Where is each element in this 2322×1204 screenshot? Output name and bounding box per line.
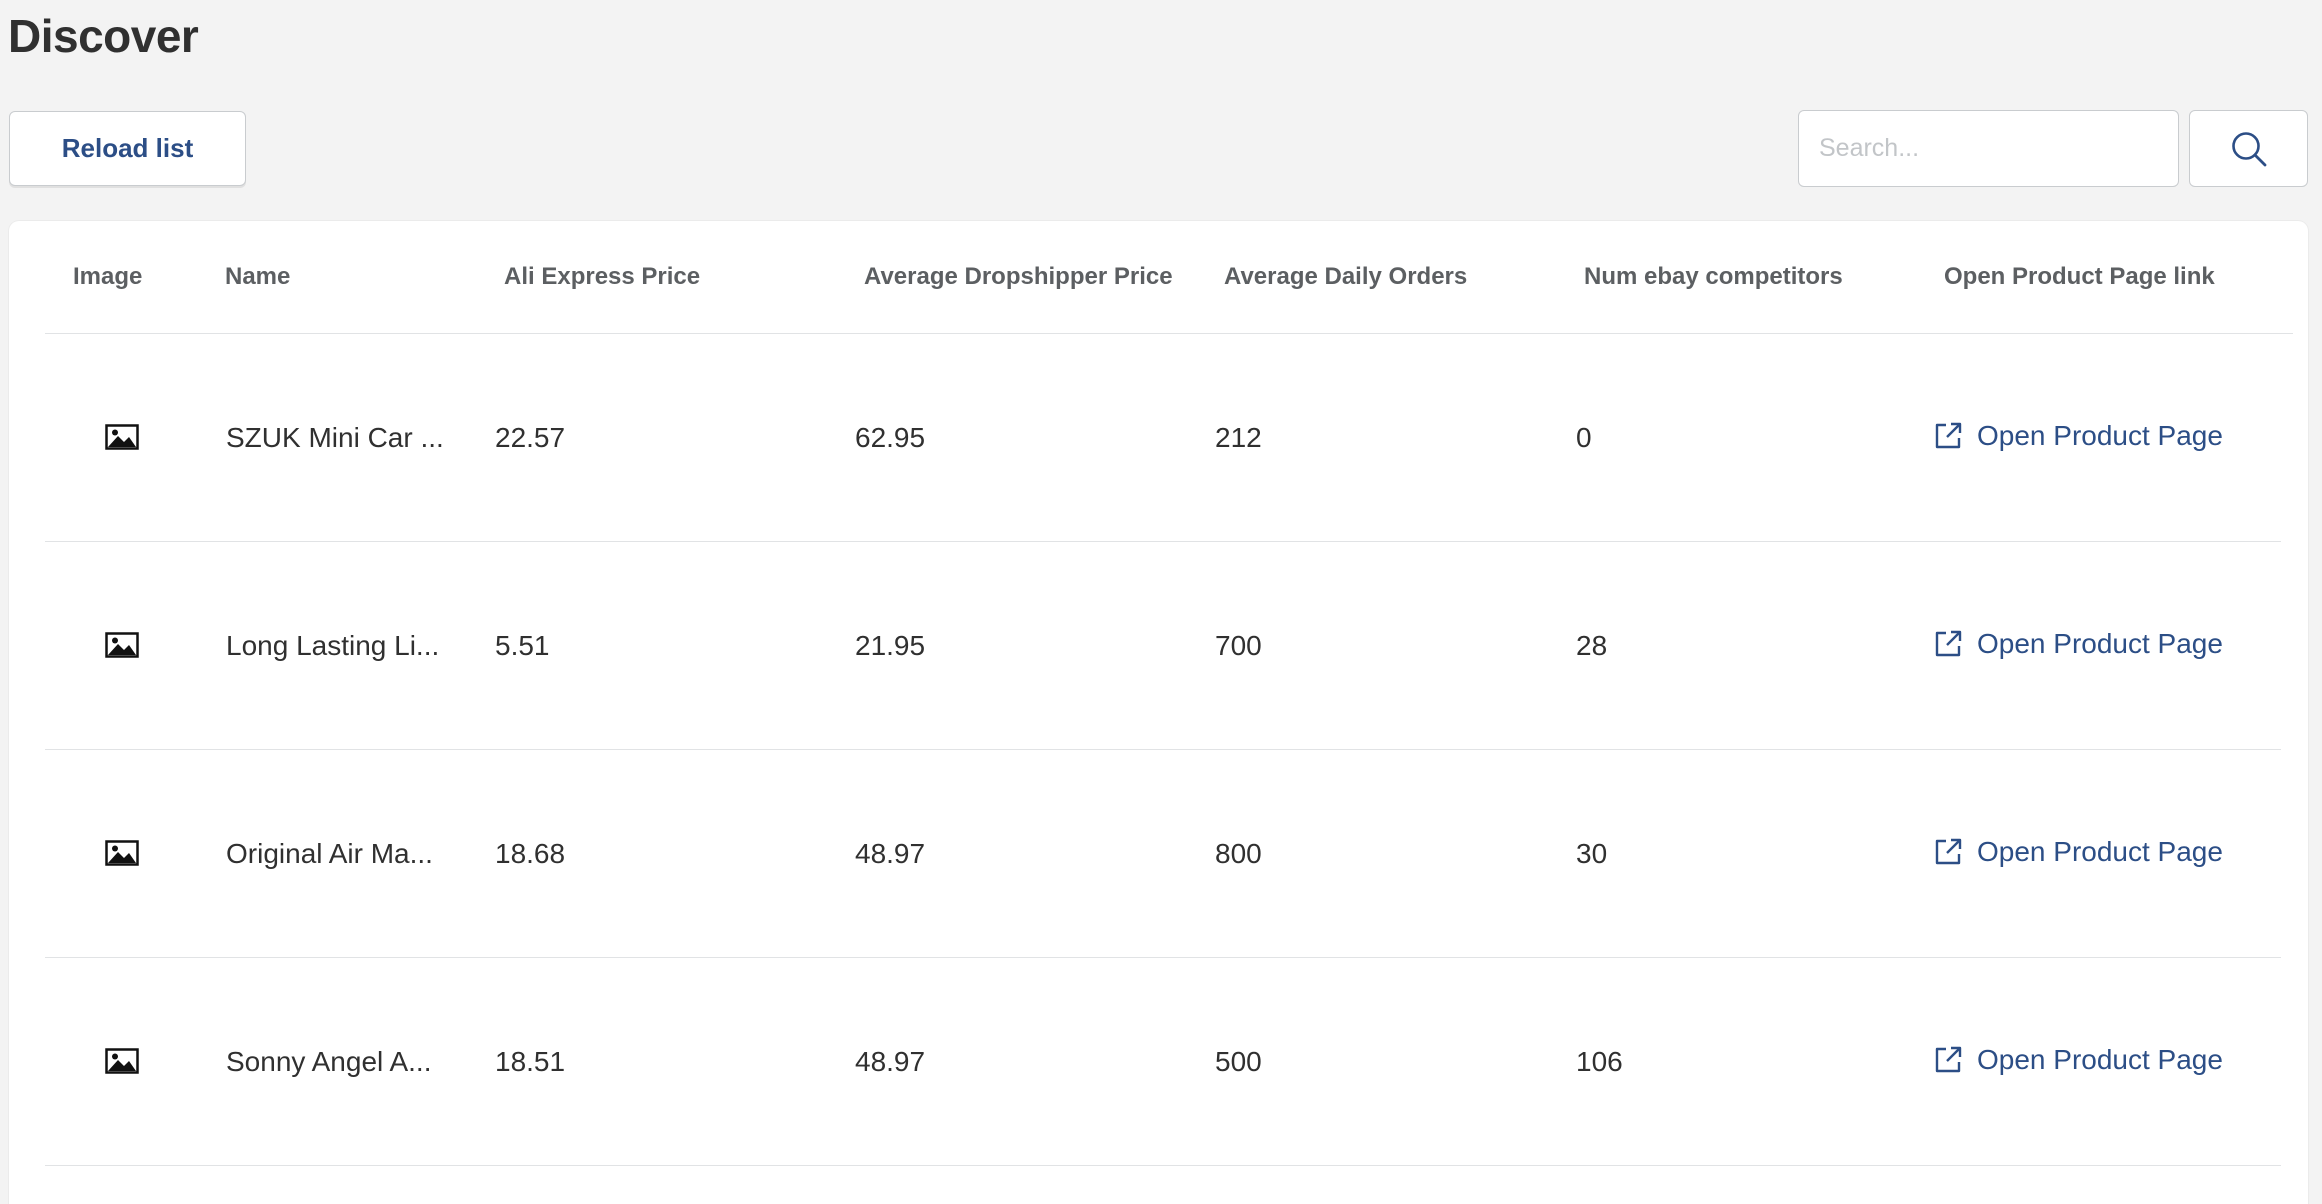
- search-icon: [2231, 131, 2266, 166]
- product-name: Long Lasting Li...: [226, 630, 440, 661]
- avg-daily-orders: 500: [1215, 1046, 1262, 1077]
- table-header: Image Name Ali Express Price Average Dro…: [45, 221, 2293, 334]
- column-header-image[interactable]: Image: [73, 263, 142, 291]
- open-product-page-label: Open Product Page: [1977, 420, 2223, 451]
- ali-express-price: 5.51: [495, 630, 550, 661]
- table-row: Original Air Ma... 18.68 48.97 800 30 Op…: [45, 750, 2281, 958]
- image-placeholder-icon: [105, 632, 139, 658]
- products-table: Image Name Ali Express Price Average Dro…: [9, 221, 2308, 1204]
- ali-express-price: 18.51: [495, 1046, 566, 1077]
- open-product-page-label: Open Product Page: [1977, 1044, 2223, 1075]
- avg-dropshipper-price: 48.97: [855, 838, 926, 869]
- image-placeholder-icon: [105, 424, 139, 450]
- external-link-icon: [1935, 422, 1962, 449]
- column-header-num-ebay-competitors[interactable]: Num ebay competitors: [1584, 263, 1843, 291]
- product-name: Sonny Angel A...: [226, 1046, 432, 1077]
- product-name: Original Air Ma...: [226, 838, 433, 869]
- num-ebay-competitors: 28: [1576, 630, 1608, 661]
- num-ebay-competitors: 30: [1576, 838, 1608, 869]
- table-row: Sonny Angel A... 18.51 48.97 500 106 Ope…: [45, 958, 2281, 1166]
- external-link-icon: [1935, 838, 1962, 865]
- open-product-page-link[interactable]: Open Product Page: [1933, 628, 2223, 660]
- open-product-page-label: Open Product Page: [1977, 628, 2223, 659]
- column-header-avg-dropshipper-price[interactable]: Average Dropshipper Price: [864, 263, 1173, 291]
- column-header-open-product-page-link[interactable]: Open Product Page link: [1944, 263, 2215, 291]
- table-row: Long Lasting Li... 5.51 21.95 700 28 Ope…: [45, 542, 2281, 750]
- column-header-ali-express-price[interactable]: Ali Express Price: [504, 263, 700, 291]
- search-input[interactable]: [1798, 110, 2179, 187]
- page-title: Discover: [8, 10, 199, 62]
- column-header-name[interactable]: Name: [225, 263, 290, 291]
- reload-list-button[interactable]: Reload list: [9, 111, 246, 186]
- avg-dropshipper-price: 48.97: [855, 1046, 926, 1077]
- avg-dropshipper-price: 62.95: [855, 422, 926, 453]
- product-name: SZUK Mini Car ...: [226, 422, 444, 453]
- num-ebay-competitors: 0: [1576, 422, 1592, 453]
- open-product-page-link[interactable]: Open Product Page: [1933, 420, 2223, 452]
- discover-page: Discover Reload list Image Name Ali Expr…: [0, 0, 2322, 1204]
- open-product-page-label: Open Product Page: [1977, 836, 2223, 867]
- image-placeholder-icon: [105, 1048, 139, 1074]
- num-ebay-competitors: 106: [1576, 1046, 1623, 1077]
- ali-express-price: 22.57: [495, 422, 566, 453]
- ali-express-price: 18.68: [495, 838, 566, 869]
- avg-daily-orders: 212: [1215, 422, 1262, 453]
- avg-daily-orders: 800: [1215, 838, 1262, 869]
- image-placeholder-icon: [105, 840, 139, 866]
- column-header-avg-daily-orders[interactable]: Average Daily Orders: [1224, 263, 1467, 291]
- search-button[interactable]: [2189, 110, 2308, 187]
- open-product-page-link[interactable]: Open Product Page: [1933, 1044, 2223, 1076]
- avg-dropshipper-price: 21.95: [855, 630, 926, 661]
- table-row: SZUK Mini Car ... 22.57 62.95 212 0 Open…: [45, 334, 2281, 542]
- open-product-page-link[interactable]: Open Product Page: [1933, 836, 2223, 868]
- external-link-icon: [1935, 1046, 1962, 1073]
- external-link-icon: [1935, 630, 1962, 657]
- avg-daily-orders: 700: [1215, 630, 1262, 661]
